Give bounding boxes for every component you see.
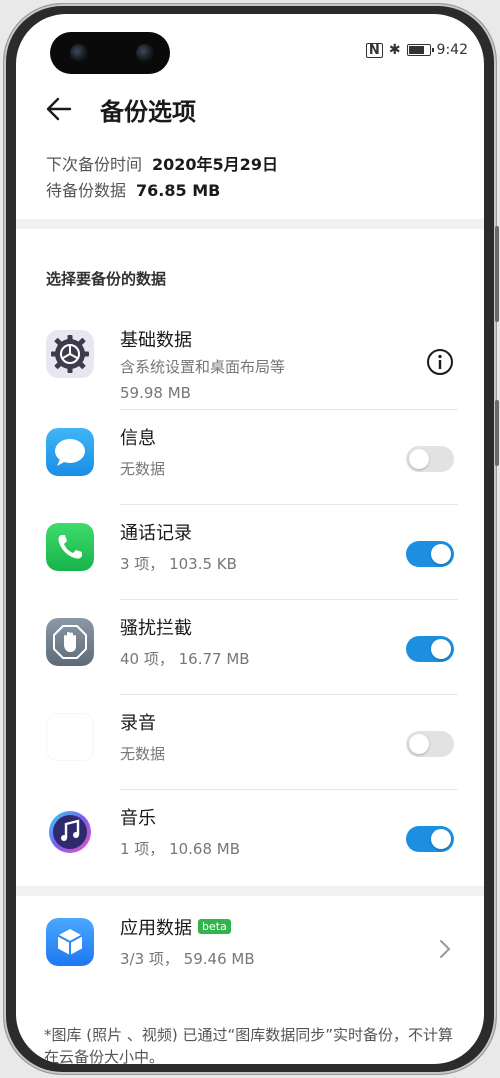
pending-data-value: 76.85 MB [136,181,221,200]
pending-data-row: 待备份数据 76.85 MB [46,178,278,204]
sound-wave-icon [46,713,94,761]
section-separator [16,219,484,229]
settings-gear-icon [46,330,94,378]
back-arrow-icon[interactable] [46,96,72,122]
nfc-icon: N [365,42,383,58]
list-item-app-data[interactable]: 应用数据 beta 3/3 项， 59.46 MB [16,900,484,995]
next-backup-row: 下次备份时间 2020年5月29日 [46,152,278,178]
recordings-toggle[interactable] [406,731,454,757]
camera-lens-icon [136,44,154,62]
volume-button [495,226,499,322]
item-desc: 40 项， 16.77 MB [120,650,250,668]
section-label: 选择要备份的数据 [46,270,167,288]
app-data-name: 应用数据 [120,918,192,939]
list-item-messages[interactable]: 信息 无数据 [16,410,484,505]
status-bar: N ✱ 9:42 [365,40,468,60]
info-icon[interactable] [426,348,454,376]
item-name: 应用数据 beta [120,914,231,940]
title-bar: 备份选项 [46,84,196,134]
cube-box-icon [46,918,94,966]
beta-badge: beta [198,919,231,934]
music-note-icon [46,808,94,856]
backup-summary: 下次备份时间 2020年5月29日 待备份数据 76.85 MB [46,152,278,204]
item-size: 59.98 MB [120,384,191,402]
status-time: 9:42 [436,42,468,58]
message-bubble-icon [46,428,94,476]
item-desc: 1 项， 10.68 MB [120,840,241,858]
item-name: 骚扰拦截 [120,618,192,639]
screen: N ✱ 9:42 备份选项 下次备份时间 2020年5月29日 待备份数据 76.8… [16,14,484,1064]
section-separator [16,886,484,896]
item-name: 音乐 [120,808,156,829]
item-name: 信息 [120,428,156,449]
page-title: 备份选项 [100,97,196,126]
next-backup-value: 2020年5月29日 [152,155,278,174]
power-button [495,400,499,466]
camera-cutout [50,32,170,74]
hand-block-icon [46,618,94,666]
camera-lens-icon [70,44,88,62]
phone-icon [46,523,94,571]
bluetooth-icon: ✱ [388,42,401,58]
harassment-block-toggle[interactable] [406,636,454,662]
battery-icon [406,44,434,56]
pending-data-label: 待备份数据 [46,181,127,200]
item-name: 通话记录 [120,523,192,544]
messages-toggle[interactable] [406,446,454,472]
list-item-music[interactable]: 音乐 1 项， 10.68 MB [16,790,484,885]
item-desc: 3/3 项， 59.46 MB [120,950,255,968]
item-desc: 无数据 [120,460,166,478]
list-item-call-log[interactable]: 通话记录 3 项， 103.5 KB [16,505,484,600]
list-item-recordings[interactable]: 录音 无数据 [16,695,484,790]
backup-item-list: 基础数据 含系统设置和桌面布局等 59.98 MB 信息 无数据 通话记录 3 … [16,312,484,885]
list-item-harassment-block[interactable]: 骚扰拦截 40 项， 16.77 MB [16,600,484,695]
item-name: 录音 [120,713,156,734]
item-name: 基础数据 [120,330,192,351]
music-toggle[interactable] [406,826,454,852]
chevron-right-icon [440,940,451,958]
list-item-basic-data[interactable]: 基础数据 含系统设置和桌面布局等 59.98 MB [16,312,484,410]
next-backup-label: 下次备份时间 [46,155,143,174]
item-desc: 无数据 [120,745,166,763]
footnote: *图库 (照片 、视频) 已通过“图库数据同步”实时备份，不计算在云备份大小中。 [44,1026,454,1064]
phone-frame: N ✱ 9:42 备份选项 下次备份时间 2020年5月29日 待备份数据 76.8… [4,4,499,1074]
item-desc: 3 项， 103.5 KB [120,555,237,573]
call-log-toggle[interactable] [406,541,454,567]
item-desc: 含系统设置和桌面布局等 [120,358,286,376]
